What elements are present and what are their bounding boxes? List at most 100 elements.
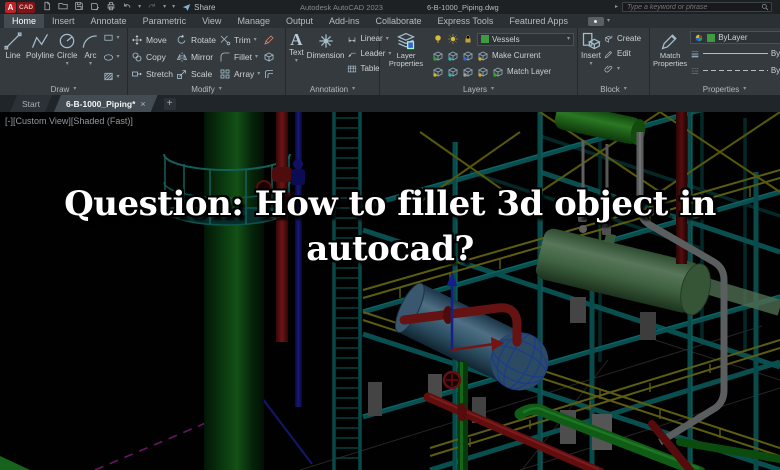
- ribbon-minimize-button[interactable]: ▾: [588, 17, 610, 26]
- text-button[interactable]: A Text ▾: [289, 31, 304, 83]
- autocad-logo-cad: CAD: [17, 2, 35, 13]
- polyline-button[interactable]: Polyline: [26, 31, 54, 83]
- erase-button[interactable]: [263, 31, 275, 48]
- make-current-button[interactable]: Make Current: [492, 51, 540, 60]
- properties-panel-label[interactable]: Properties ▾: [650, 83, 780, 95]
- text-caret-icon: ▾: [295, 58, 298, 64]
- properties-panel-caret-icon: ▾: [743, 86, 746, 92]
- match-properties-button[interactable]: Match Properties: [653, 31, 687, 83]
- circle-button[interactable]: Circle ▾: [57, 31, 77, 83]
- match-layer-button[interactable]: Match Layer: [507, 67, 551, 76]
- match-properties-label: Match Properties: [653, 52, 687, 68]
- insert-button[interactable]: Insert ▾: [581, 31, 601, 83]
- overlay-question-title: Question: How to fillet 3d object in aut…: [0, 182, 780, 272]
- tab-manage[interactable]: Manage: [229, 14, 278, 28]
- panel-layers: Layer Properties Vessels ▾: [380, 28, 578, 95]
- layer-off-icon[interactable]: [432, 66, 444, 78]
- file-tab-active-document[interactable]: 6-B-1000_Piping* ×: [54, 95, 158, 112]
- ellipse-button[interactable]: ▾: [103, 52, 119, 63]
- create-block-button[interactable]: Create: [604, 31, 641, 46]
- lineweight-sample: [703, 53, 768, 54]
- layer-properties-icon: [396, 31, 416, 51]
- fillet-button[interactable]: Fillet ▾: [219, 48, 260, 65]
- block-attributes-button[interactable]: ▾: [604, 61, 641, 76]
- trim-button[interactable]: Trim ▾: [219, 31, 260, 48]
- annotation-panel-label[interactable]: Annotation ▾: [286, 83, 379, 95]
- modify-panel-title: Modify: [191, 85, 215, 94]
- qat-customize-caret-icon[interactable]: ▾: [172, 4, 175, 10]
- tab-express-tools[interactable]: Express Tools: [430, 14, 502, 28]
- layer-walk-icon[interactable]: [477, 66, 489, 78]
- tab-insert[interactable]: Insert: [44, 14, 83, 28]
- layer-match-icon[interactable]: [492, 66, 504, 78]
- drawing-viewport[interactable]: [-][Custom View][Shaded (Fast)] Question…: [0, 112, 780, 470]
- layer-fade-icon[interactable]: [462, 66, 474, 78]
- redo-caret-icon[interactable]: ▾: [163, 4, 166, 10]
- mirror-button[interactable]: Mirror: [176, 48, 216, 65]
- ribbon-minimize-icon: [588, 17, 604, 26]
- modify-panel-label[interactable]: Modify ▾: [128, 83, 285, 95]
- explode-button[interactable]: [263, 48, 275, 65]
- layer-select-dropdown[interactable]: Vessels ▾: [477, 33, 574, 46]
- file-tab-start[interactable]: Start: [10, 95, 52, 112]
- layer-lock-toggle-icon[interactable]: [477, 50, 489, 62]
- copy-label: Copy: [146, 52, 166, 62]
- panel-properties: Match Properties ByLayer ByLayer: [650, 28, 780, 95]
- draw-panel-label[interactable]: Draw ▾: [0, 83, 127, 95]
- ellipse-caret-icon: ▾: [116, 54, 119, 60]
- layer-turn-off-icon[interactable]: [447, 66, 459, 78]
- stretch-button[interactable]: Stretch: [131, 65, 173, 82]
- layer-lock-icon[interactable]: [462, 33, 474, 45]
- tab-view[interactable]: View: [194, 14, 229, 28]
- viewport-controls[interactable]: [-][Custom View][Shaded (Fast)]: [5, 116, 133, 126]
- edit-block-button[interactable]: Edit: [604, 46, 641, 61]
- hatch-caret-icon: ▾: [116, 74, 119, 80]
- share-button[interactable]: Share: [182, 3, 215, 12]
- rotate-button[interactable]: Rotate: [176, 31, 216, 48]
- autocad-logo[interactable]: A CAD: [5, 2, 35, 13]
- linetype-dropdown[interactable]: ByLayer: [690, 63, 780, 78]
- layers-panel-label[interactable]: Layers ▾: [380, 83, 577, 95]
- move-button[interactable]: Move: [131, 31, 173, 48]
- close-tab-icon[interactable]: ×: [140, 99, 145, 109]
- layer-on-bulb-icon[interactable]: [432, 33, 444, 45]
- undo-caret-icon[interactable]: ▾: [138, 4, 141, 10]
- search-icon[interactable]: [761, 3, 769, 11]
- tab-home[interactable]: Home: [4, 14, 44, 28]
- layer-thaw-sun-icon[interactable]: [447, 33, 459, 45]
- copy-button[interactable]: Copy: [131, 48, 173, 65]
- block-panel-label[interactable]: Block ▾: [578, 83, 649, 95]
- layer-properties-button[interactable]: Layer Properties: [383, 31, 429, 83]
- tab-annotate[interactable]: Annotate: [83, 14, 135, 28]
- new-tab-button[interactable]: +: [164, 98, 176, 110]
- layer-unisolate-icon[interactable]: [447, 50, 459, 62]
- linetype-value: ByLayer: [771, 66, 780, 75]
- match-properties-icon: [660, 31, 680, 51]
- tab-parametric[interactable]: Parametric: [135, 14, 195, 28]
- tab-add-ins[interactable]: Add-ins: [321, 14, 368, 28]
- layers-panel-title: Layers: [463, 85, 487, 94]
- array-icon: [219, 68, 231, 80]
- tab-featured-apps[interactable]: Featured Apps: [501, 14, 576, 28]
- layer-isolate-icon[interactable]: [432, 50, 444, 62]
- tab-output[interactable]: Output: [278, 14, 321, 28]
- line-button[interactable]: Line: [3, 31, 23, 83]
- search-expand-caret-icon[interactable]: ▸: [615, 3, 618, 10]
- object-color-dropdown[interactable]: ByLayer: [690, 31, 780, 44]
- dimension-button[interactable]: Dimension: [307, 31, 345, 83]
- lineweight-dropdown[interactable]: ByLayer: [690, 46, 780, 61]
- rectangle-button[interactable]: ▾: [103, 32, 119, 43]
- polyline-icon: [30, 31, 50, 51]
- search-input[interactable]: [625, 3, 761, 12]
- insert-icon: [581, 31, 601, 51]
- hatch-button[interactable]: ▾: [103, 71, 119, 82]
- tab-collaborate[interactable]: Collaborate: [368, 14, 430, 28]
- trim-label: Trim: [234, 35, 251, 45]
- layer-freeze-icon[interactable]: [462, 50, 474, 62]
- arc-button[interactable]: Arc ▾: [80, 31, 100, 83]
- offset-button[interactable]: [263, 65, 275, 82]
- scale-button[interactable]: Scale: [176, 65, 216, 82]
- object-color-swatch: [707, 34, 715, 42]
- circle-label: Circle: [57, 52, 77, 60]
- array-button[interactable]: Array ▾: [219, 65, 260, 82]
